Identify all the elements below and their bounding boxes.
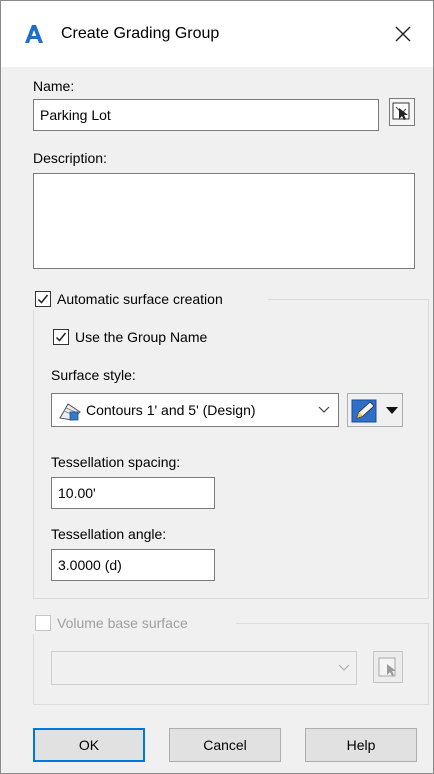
chevron-down-icon: [318, 406, 330, 413]
ok-button[interactable]: OK: [33, 728, 145, 762]
dropdown-arrow-icon: [386, 407, 398, 414]
autocad-a-icon: [23, 23, 45, 45]
description-label: Description:: [33, 150, 107, 166]
use-group-name-checkbox[interactable]: [53, 329, 69, 345]
edit-style-icon: [351, 399, 377, 423]
edit-surface-style-button[interactable]: [347, 393, 403, 427]
window-title: Create Grading Group: [61, 25, 220, 42]
volume-base-select[interactable]: [51, 651, 357, 685]
name-label: Name:: [33, 78, 75, 94]
volume-base-checkbox[interactable]: [35, 615, 51, 631]
pick-name-button[interactable]: [389, 98, 415, 126]
volume-base-pick-button[interactable]: [373, 651, 403, 683]
tessellation-spacing-input[interactable]: [51, 477, 215, 509]
close-icon: [395, 26, 411, 42]
use-group-name-label: Use the Group Name: [75, 329, 208, 345]
name-input[interactable]: [33, 99, 379, 131]
tessellation-angle-label: Tessellation angle:: [51, 526, 167, 542]
check-icon: [37, 294, 49, 304]
volume-base-label: Volume base surface: [57, 615, 188, 631]
pick-from-drawing-icon: [378, 657, 396, 677]
surface-style-label: Surface style:: [51, 367, 136, 383]
create-grading-group-dialog: Create Grading Group Name: Description: …: [0, 0, 434, 774]
cancel-button[interactable]: Cancel: [169, 728, 281, 762]
tessellation-spacing-label: Tessellation spacing:: [51, 454, 181, 470]
pick-from-drawing-icon: [392, 102, 410, 120]
chevron-down-icon: [338, 664, 350, 671]
help-button[interactable]: Help: [305, 728, 417, 762]
check-icon: [55, 332, 67, 342]
surface-style-value: Contours 1' and 5' (Design): [86, 402, 256, 418]
description-input[interactable]: [33, 173, 415, 269]
automatic-surface-checkbox[interactable]: [35, 291, 51, 307]
surface-style-select[interactable]: Contours 1' and 5' (Design): [51, 393, 339, 427]
title-bar: Create Grading Group: [1, 1, 433, 67]
surface-style-icon: [59, 403, 81, 421]
tessellation-angle-input[interactable]: [51, 549, 215, 581]
close-button[interactable]: [381, 15, 425, 53]
automatic-surface-label: Automatic surface creation: [57, 291, 223, 307]
